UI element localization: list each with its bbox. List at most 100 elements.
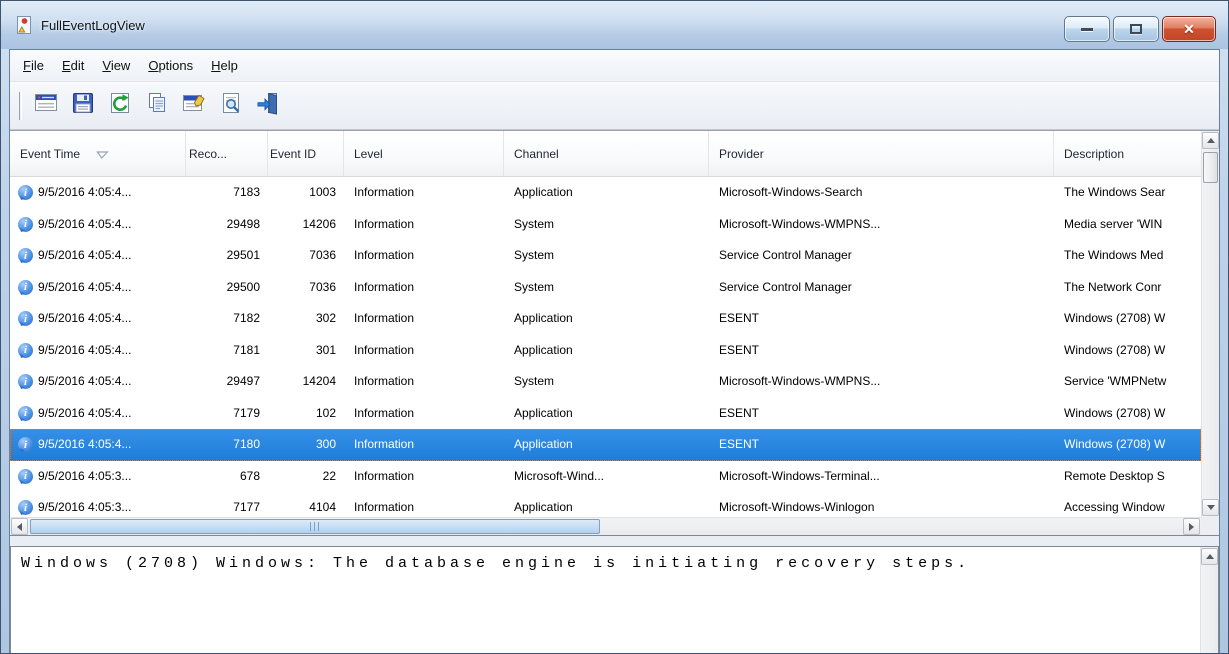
cell-event-time: i9/5/2016 4:05:4...: [10, 272, 186, 304]
cell-event-time: i9/5/2016 4:05:4...: [10, 303, 186, 335]
properties-button[interactable]: [178, 90, 210, 122]
cell-description: Media server 'WIN: [1054, 209, 1201, 241]
save-button[interactable]: [67, 90, 99, 122]
table-row[interactable]: i9/5/2016 4:05:4...71831003InformationAp…: [10, 177, 1201, 209]
table-row[interactable]: i9/5/2016 4:05:4...7181301InformationApp…: [10, 335, 1201, 367]
copy-button[interactable]: [141, 90, 173, 122]
cell-provider: Microsoft-Windows-WMPNS...: [709, 209, 1054, 241]
cell-event-id: 1003: [268, 177, 344, 209]
cell-channel: Application: [504, 335, 709, 367]
close-button[interactable]: ✕: [1162, 16, 1216, 42]
table-row[interactable]: i9/5/2016 4:05:4...7180300InformationApp…: [10, 429, 1201, 461]
client-area: FileEditViewOptionsHelp Event Time Reco..…: [9, 49, 1220, 653]
find-button[interactable]: [215, 90, 247, 122]
column-header-event_id[interactable]: Event ID: [268, 131, 344, 176]
title-bar[interactable]: FullEventLogView ✕: [1, 1, 1228, 49]
event-list: Event Time Reco... Event IDLevelChannelPro…: [10, 130, 1219, 536]
toolbar-buttons: [30, 90, 289, 122]
cell-level: Information: [344, 461, 504, 493]
event-time-text: 9/5/2016 4:05:4...: [38, 272, 131, 304]
table-row[interactable]: i9/5/2016 4:05:4...7182302InformationApp…: [10, 303, 1201, 335]
event-time-text: 9/5/2016 4:05:4...: [38, 177, 131, 209]
cell-event-id: 14206: [268, 209, 344, 241]
menu-help[interactable]: Help: [202, 53, 247, 78]
arrow-up-icon: [1207, 138, 1215, 143]
cell-provider: Microsoft-Windows-Search: [709, 177, 1054, 209]
column-header-level[interactable]: Level: [344, 131, 504, 176]
cell-provider: ESENT: [709, 398, 1054, 430]
choose-data-source-icon: [33, 90, 59, 121]
table-row[interactable]: i9/5/2016 4:05:4...295017036InformationS…: [10, 240, 1201, 272]
menu-options[interactable]: Options: [139, 53, 202, 78]
maximize-button[interactable]: [1113, 16, 1159, 42]
scroll-down-button[interactable]: [1202, 499, 1219, 516]
cell-level: Information: [344, 303, 504, 335]
table-row[interactable]: i9/5/2016 4:05:4...7179102InformationApp…: [10, 398, 1201, 430]
column-header-label: Event Time: [20, 147, 80, 161]
table-row[interactable]: i9/5/2016 4:05:4...295007036InformationS…: [10, 272, 1201, 304]
table-row[interactable]: i9/5/2016 4:05:3...71774104InformationAp…: [10, 492, 1201, 517]
cell-description: Windows (2708) W: [1054, 398, 1201, 430]
cell-description: The Network Conr: [1054, 272, 1201, 304]
window-title: FullEventLogView: [41, 18, 145, 33]
menu-edit[interactable]: Edit: [53, 53, 93, 78]
horizontal-scroll-thumb[interactable]: [30, 519, 600, 534]
event-time-text: 9/5/2016 4:05:4...: [38, 240, 131, 272]
minimize-button[interactable]: [1064, 16, 1110, 42]
information-icon: i: [18, 469, 33, 484]
column-header-provider[interactable]: Provider: [709, 131, 1054, 176]
cell-event-time: i9/5/2016 4:05:3...: [10, 492, 186, 517]
pane-scroll-up-button[interactable]: [1201, 548, 1218, 565]
column-header-channel[interactable]: Channel: [504, 131, 709, 176]
app-icon[interactable]: [15, 15, 33, 35]
choose-data-source-button[interactable]: [30, 90, 62, 122]
cell-level: Information: [344, 366, 504, 398]
information-icon: i: [18, 217, 33, 232]
cell-event-time: i9/5/2016 4:05:4...: [10, 335, 186, 367]
arrow-left-icon: [17, 523, 22, 531]
scroll-right-button[interactable]: [1183, 518, 1200, 535]
refresh-button[interactable]: [104, 90, 136, 122]
cell-event-id: 302: [268, 303, 344, 335]
cell-description: Windows (2708) W: [1054, 335, 1201, 367]
table-row[interactable]: i9/5/2016 4:05:4...2949714204Information…: [10, 366, 1201, 398]
exit-button[interactable]: [252, 90, 284, 122]
toolbar-gripper-icon: [19, 92, 22, 120]
cell-record-id: 7181: [186, 335, 268, 367]
cell-record-id: 7183: [186, 177, 268, 209]
information-icon: i: [18, 185, 33, 200]
table-row[interactable]: i9/5/2016 4:05:4...2949814206Information…: [10, 209, 1201, 241]
menu-view[interactable]: View: [93, 53, 139, 78]
cell-event-id: 14204: [268, 366, 344, 398]
column-header-label: Description: [1064, 147, 1124, 161]
description-pane: Windows (2708) Windows: The database eng…: [10, 546, 1219, 653]
cell-description: Windows (2708) W: [1054, 429, 1201, 461]
toolbar: [10, 82, 1219, 130]
horizontal-scrollbar[interactable]: [10, 517, 1201, 535]
vertical-scroll-thumb[interactable]: [1203, 152, 1218, 183]
cell-provider: Service Control Manager: [709, 272, 1054, 304]
cell-description: The Windows Sear: [1054, 177, 1201, 209]
menu-file[interactable]: File: [14, 53, 53, 78]
save-icon: [70, 90, 96, 121]
arrow-down-icon: [1207, 505, 1215, 510]
event-time-text: 9/5/2016 4:05:4...: [38, 209, 131, 241]
scroll-up-button[interactable]: [1202, 132, 1219, 149]
column-header-description[interactable]: Description: [1054, 131, 1201, 176]
list-header: Event Time Reco... Event IDLevelChannelPro…: [10, 131, 1201, 177]
pane-vertical-scrollbar[interactable]: [1200, 547, 1218, 653]
cell-event-time: i9/5/2016 4:05:3...: [10, 461, 186, 493]
scrollbar-corner: [1201, 517, 1219, 535]
information-icon: i: [18, 437, 33, 452]
cell-channel: System: [504, 366, 709, 398]
cell-event-time: i9/5/2016 4:05:4...: [10, 366, 186, 398]
splitter[interactable]: [10, 536, 1219, 546]
column-header-record[interactable]: Reco...: [186, 131, 268, 176]
vertical-scrollbar[interactable]: [1201, 131, 1219, 517]
scroll-left-button[interactable]: [11, 518, 28, 535]
column-header-label: Reco...: [189, 147, 227, 161]
event-time-text: 9/5/2016 4:05:4...: [38, 366, 131, 398]
column-header-time[interactable]: Event Time: [10, 131, 186, 176]
cell-level: Information: [344, 240, 504, 272]
table-row[interactable]: i9/5/2016 4:05:3...67822InformationMicro…: [10, 461, 1201, 493]
